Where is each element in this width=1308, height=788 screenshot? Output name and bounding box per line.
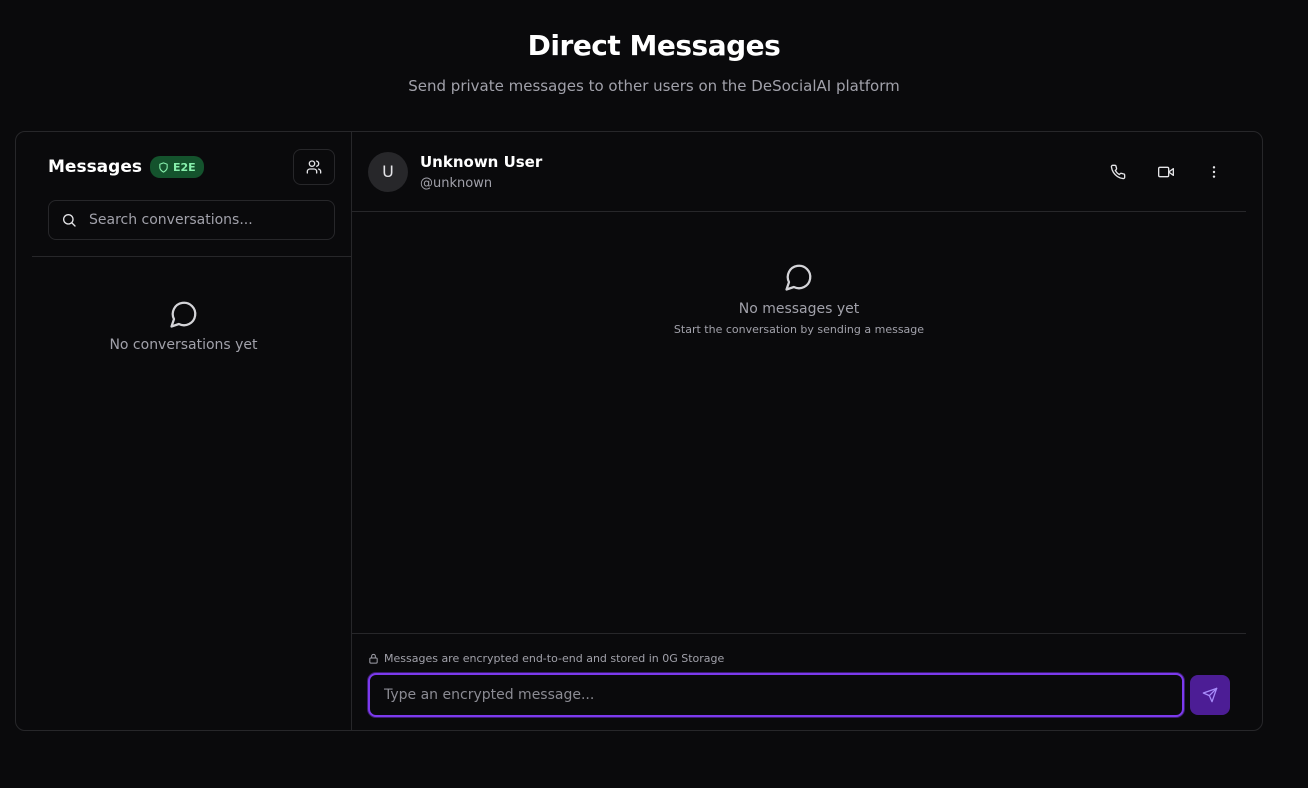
empty-messages-subtitle: Start the conversation by sending a mess… bbox=[673, 323, 925, 336]
conversations-sidebar: Messages E2E Search conversations... No … bbox=[16, 132, 352, 730]
video-call-button[interactable] bbox=[1146, 154, 1186, 190]
encryption-note: Messages are encrypted end-to-end and st… bbox=[368, 652, 1230, 665]
search-input[interactable]: Search conversations... bbox=[48, 200, 335, 240]
chat-header-actions bbox=[1098, 154, 1246, 190]
page-subtitle: Send private messages to other users on … bbox=[408, 77, 900, 95]
conversations-empty-state: No conversations yet bbox=[16, 299, 351, 353]
avatar: U bbox=[368, 151, 408, 192]
lock-icon bbox=[369, 653, 378, 664]
search-placeholder: Search conversations... bbox=[89, 212, 253, 228]
message-circle-icon bbox=[785, 264, 812, 291]
empty-messages-title: No messages yet bbox=[738, 301, 860, 317]
e2e-badge-label: E2E bbox=[172, 160, 196, 174]
page-header: Direct Messages Send private messages to… bbox=[0, 0, 1308, 131]
page-title: Direct Messages bbox=[527, 29, 781, 62]
shield-icon bbox=[159, 161, 168, 173]
user-info: Unknown User @unknown bbox=[420, 152, 542, 192]
sidebar-divider bbox=[32, 256, 351, 257]
send-button[interactable] bbox=[1190, 675, 1230, 715]
more-vertical-icon bbox=[1212, 165, 1216, 178]
chat-panel: U Unknown User @unknown No messages yet … bbox=[352, 132, 1262, 730]
message-circle-icon bbox=[169, 301, 196, 328]
sidebar-title: Messages bbox=[48, 157, 142, 177]
new-conversation-button[interactable] bbox=[293, 149, 335, 185]
search-icon bbox=[62, 214, 76, 227]
phone-icon bbox=[1110, 164, 1126, 179]
message-composer: Messages are encrypted end-to-end and st… bbox=[352, 633, 1246, 730]
user-handle: @unknown bbox=[420, 175, 493, 191]
send-icon bbox=[1202, 687, 1218, 703]
call-button[interactable] bbox=[1098, 154, 1138, 190]
encryption-note-text: Messages are encrypted end-to-end and st… bbox=[384, 652, 725, 665]
more-options-button[interactable] bbox=[1194, 154, 1234, 190]
messages-panel: Messages E2E Search conversations... No … bbox=[15, 131, 1263, 731]
message-input[interactable] bbox=[368, 673, 1185, 717]
empty-conversations-text: No conversations yet bbox=[109, 337, 258, 353]
video-icon bbox=[1158, 166, 1174, 177]
e2e-badge: E2E bbox=[149, 156, 204, 178]
messages-empty-state: No messages yet Start the conversation b… bbox=[352, 262, 1246, 336]
user-name: Unknown User bbox=[420, 152, 543, 171]
users-icon bbox=[306, 160, 322, 174]
chat-header: U Unknown User @unknown bbox=[352, 132, 1246, 212]
